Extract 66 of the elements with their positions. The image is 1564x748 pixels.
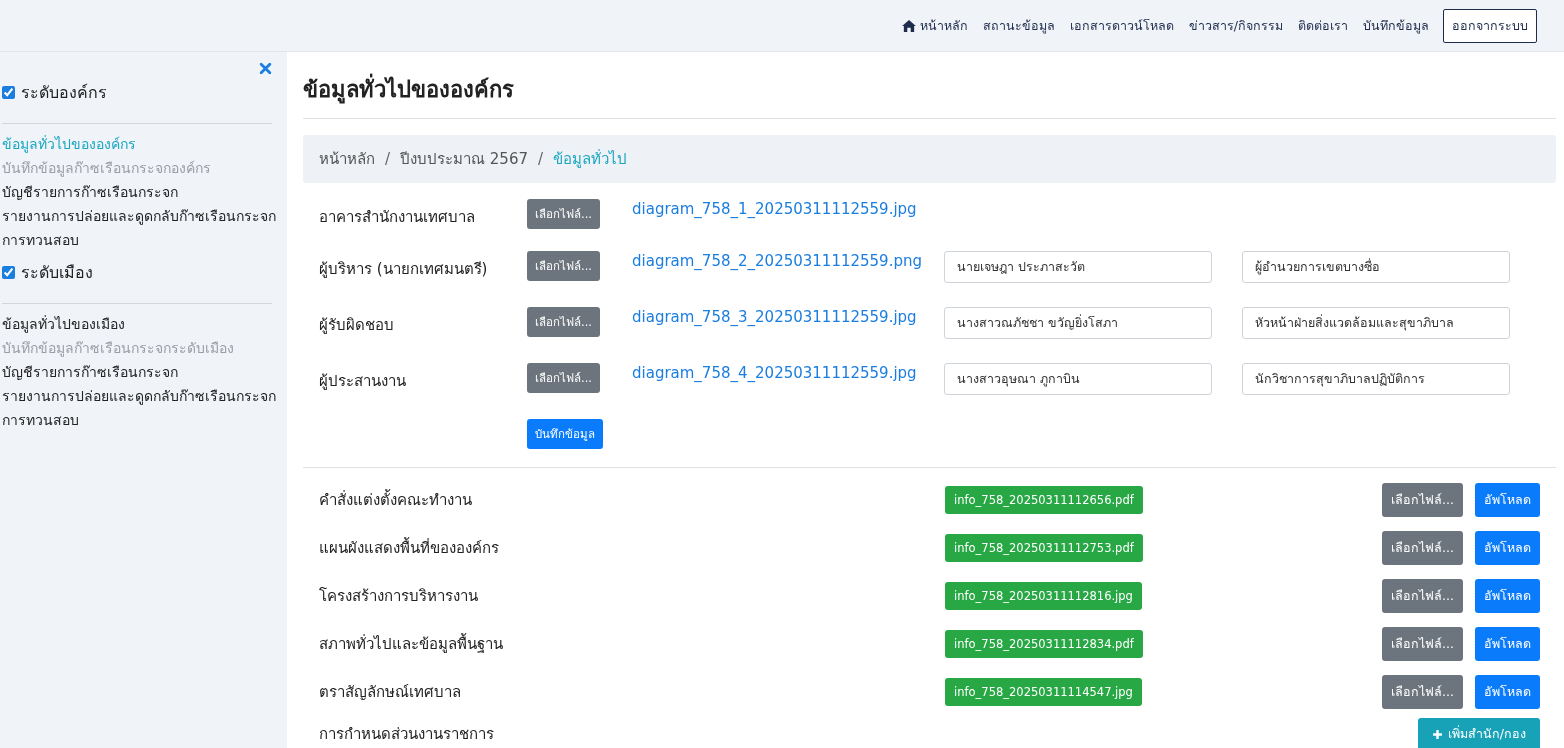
choose-file-button[interactable]: เลือกไฟล์... xyxy=(527,307,600,337)
file-link[interactable]: diagram_758_1_20250311112559.jpg xyxy=(632,199,944,218)
save-button[interactable]: บันทึกข้อมูล xyxy=(527,419,603,449)
name-input[interactable]: นางสาวอุษณา ภูกาบิน xyxy=(944,363,1212,395)
choose-file-button[interactable]: เลือกไฟล์... xyxy=(527,199,600,229)
field-label: ผู้บริหาร (นายกเทศมนตรี) xyxy=(319,259,489,279)
document-label: แผนผังแสดงพื้นที่ขององค์กร xyxy=(319,536,500,559)
choose-file-button[interactable]: เลือกไฟล์... xyxy=(1382,675,1463,709)
nav-link[interactable]: สถานะข้อมูล xyxy=(982,15,1055,36)
field-label: ผู้ประสานงาน xyxy=(319,371,407,391)
section-title: ระดับองค์กร xyxy=(21,82,107,104)
position-input[interactable]: นักวิชาการสุขาภิบาลปฏิบัติการ xyxy=(1242,363,1510,395)
choose-file-button[interactable]: เลือกไฟล์... xyxy=(1382,579,1463,613)
file-badge-link[interactable]: info_758_20250311112656.pdf xyxy=(945,486,1143,514)
document-label: คำสั่งแต่งตั้งคณะทำงาน xyxy=(319,488,473,511)
choose-file-button[interactable]: เลือกไฟล์... xyxy=(1382,627,1463,661)
upload-button[interactable]: อัพโหลด xyxy=(1475,483,1540,517)
file-badge-link[interactable]: info_758_20250311112753.pdf xyxy=(945,534,1143,562)
close-icon[interactable] xyxy=(259,62,272,75)
name-input[interactable]: นายเจษฎา ประภาสะวัต xyxy=(944,251,1212,283)
sidebar-link[interactable]: ข้อมูลทั่วไปขององค์กร xyxy=(2,132,272,156)
document-label: สภาพทั่วไปและข้อมูลพื้นฐาน xyxy=(319,632,504,655)
file-link[interactable]: diagram_758_2_20250311112559.png xyxy=(632,251,944,270)
name-input[interactable]: นางสาวณภัชชา ขวัญยิ่งโสภา xyxy=(944,307,1212,339)
choose-file-button[interactable]: เลือกไฟล์... xyxy=(527,363,600,393)
breadcrumb-link[interactable]: ปีงบประมาณ 2567 xyxy=(400,147,528,171)
choose-file-button[interactable]: เลือกไฟล์... xyxy=(1382,531,1463,565)
sidebar-link[interactable]: บัญชีรายการก๊าซเรือนกระจก xyxy=(2,360,272,384)
plus-icon xyxy=(1431,728,1443,740)
upload-button[interactable]: อัพโหลด xyxy=(1475,579,1540,613)
position-input[interactable]: ผู้อำนวยการเขตบางซื่อ xyxy=(1242,251,1510,283)
sidebar-link[interactable]: บัญชีรายการก๊าซเรือนกระจก xyxy=(2,180,272,204)
field-label: อาคารสำนักงานเทศบาล xyxy=(319,207,476,227)
home-icon xyxy=(901,19,916,32)
add-department-button[interactable]: เพิ่มสำนัก/กอง xyxy=(1417,718,1540,748)
breadcrumb-separator: / xyxy=(538,150,544,168)
breadcrumb-link[interactable]: ข้อมูลทั่วไป xyxy=(553,147,628,171)
nav-link[interactable]: ข่าวสาร/กิจกรรม xyxy=(1188,15,1283,36)
sidebar-link[interactable]: การทวนสอบ xyxy=(2,228,272,252)
section-title: ระดับเมือง xyxy=(21,262,93,284)
document-label: โครงสร้างการบริหารงาน xyxy=(319,586,479,607)
upload-button[interactable]: อัพโหลด xyxy=(1475,627,1540,661)
document-label: ตราสัญลักษณ์เทศบาล xyxy=(319,682,462,703)
file-badge-link[interactable]: info_758_20250311112834.pdf xyxy=(945,630,1143,658)
file-badge-link[interactable]: info_758_20250311114547.jpg xyxy=(945,678,1142,706)
file-link[interactable]: diagram_758_4_20250311112559.jpg xyxy=(632,363,944,382)
logout-button[interactable]: ออกจากระบบ xyxy=(1443,8,1537,43)
nav-link[interactable]: เอกสารดาวน์โหลด xyxy=(1069,15,1174,36)
breadcrumb-separator: / xyxy=(385,150,391,168)
choose-file-button[interactable]: เลือกไฟล์... xyxy=(1382,483,1463,517)
upload-button[interactable]: อัพโหลด xyxy=(1475,531,1540,565)
sidebar-link[interactable]: การทวนสอบ xyxy=(2,408,272,432)
document-label: การกำหนดส่วนงานราชการ xyxy=(319,724,495,745)
nav-link[interactable]: ติดต่อเรา xyxy=(1298,15,1348,36)
choose-file-button[interactable]: เลือกไฟล์... xyxy=(527,251,600,281)
file-link[interactable]: diagram_758_3_20250311112559.jpg xyxy=(632,307,944,326)
file-badge-link[interactable]: info_758_20250311112816.jpg xyxy=(945,582,1142,610)
upload-button[interactable]: อัพโหลด xyxy=(1475,675,1540,709)
nav-link[interactable]: บันทึกข้อมูล xyxy=(1363,15,1429,36)
section-checkbox[interactable] xyxy=(2,266,15,279)
position-input[interactable]: หัวหน้าฝ่ายสิ่งแวดล้อมและสุขาภิบาล xyxy=(1242,307,1510,339)
nav-link[interactable]: หน้าหลัก xyxy=(901,15,968,36)
sidebar-link[interactable]: ข้อมูลทั่วไปของเมือง xyxy=(2,312,272,336)
breadcrumb-link[interactable]: หน้าหลัก xyxy=(319,147,375,171)
field-label: ผู้รับผิดชอบ xyxy=(319,315,395,335)
section-checkbox[interactable] xyxy=(2,86,15,99)
